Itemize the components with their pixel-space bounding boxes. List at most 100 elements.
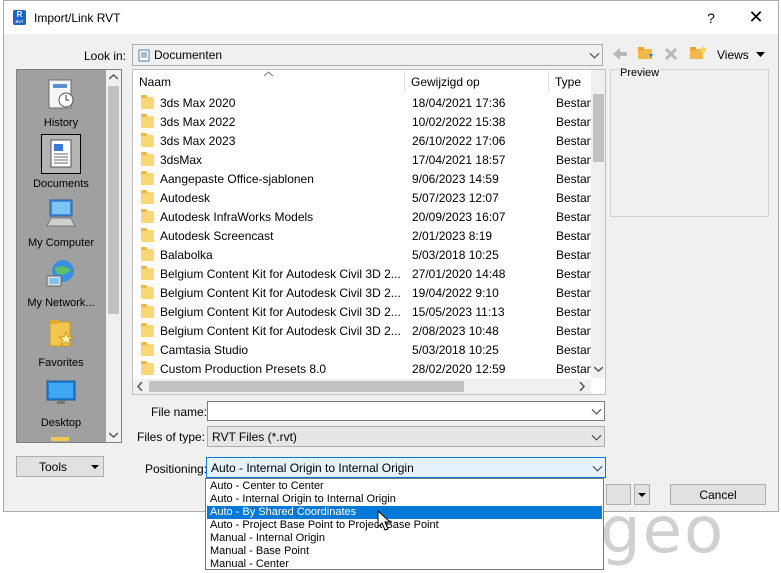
chevron-down-icon bbox=[589, 48, 600, 59]
file-name-cell: Belgium Content Kit for Autodesk Civil 3… bbox=[160, 267, 401, 281]
folder-icon bbox=[141, 304, 154, 318]
vertical-scroll-thumb[interactable] bbox=[593, 94, 604, 162]
file-row[interactable]: Aangepaste Office-sjablonen 9/06/2023 14:… bbox=[133, 170, 591, 189]
file-date-cell: 2/08/2023 10:48 bbox=[412, 324, 499, 338]
scroll-down-icon[interactable] bbox=[594, 366, 603, 372]
folder-icon bbox=[141, 361, 154, 375]
file-row[interactable]: 3ds Max 2020 18/04/2021 17:36 Bestan bbox=[133, 94, 591, 113]
file-row[interactable]: 3ds Max 2022 10/02/2022 15:38 Bestan bbox=[133, 113, 591, 132]
views-menu-button[interactable]: Views bbox=[717, 48, 749, 62]
places-scroll-thumb[interactable] bbox=[108, 86, 119, 314]
file-row[interactable]: 3ds Max 2023 26/10/2022 17:06 Bestan bbox=[133, 132, 591, 151]
file-name-cell: Autodesk bbox=[160, 191, 211, 205]
file-date-cell: 19/04/2022 9:10 bbox=[412, 286, 499, 300]
file-row[interactable]: Belgium Content Kit for Autodesk Civil 3… bbox=[133, 322, 591, 341]
folder-icon bbox=[141, 323, 154, 337]
look-in-label: Look in: bbox=[84, 49, 127, 63]
views-dropdown-icon[interactable] bbox=[756, 52, 765, 58]
file-type-cell: Bestan bbox=[556, 96, 591, 110]
file-type-cell: Bestan bbox=[556, 324, 591, 338]
network-icon[interactable] bbox=[45, 258, 77, 290]
file-date-cell: 15/05/2023 11:13 bbox=[412, 305, 505, 319]
tools-dropdown-icon bbox=[91, 465, 99, 469]
file-row[interactable]: Autodesk Screencast 2/01/2023 8:19 Bestan bbox=[133, 227, 591, 246]
column-header-type[interactable]: Type bbox=[549, 70, 591, 94]
file-row[interactable]: Balabolka 5/03/2018 10:25 Bestan bbox=[133, 246, 591, 265]
back-arrow-icon[interactable] bbox=[611, 46, 629, 62]
file-type-cell: Bestan bbox=[556, 153, 591, 167]
file-date-cell: 5/03/2018 10:25 bbox=[412, 248, 499, 262]
file-date-cell: 18/04/2021 17:36 bbox=[412, 96, 506, 110]
file-row[interactable]: Autodesk 5/07/2023 12:07 Bestan bbox=[133, 189, 591, 208]
new-folder-icon[interactable] bbox=[689, 45, 707, 62]
file-list: Naam Gewijzigd op Type 3ds Max 2020 18/04… bbox=[132, 69, 606, 395]
file-row[interactable]: Custom Production Presets 8.0 28/02/2020 … bbox=[133, 360, 591, 379]
up-folder-icon[interactable] bbox=[637, 45, 655, 62]
scroll-up-icon[interactable] bbox=[109, 74, 118, 80]
horizontal-scroll-thumb[interactable] bbox=[149, 381, 464, 392]
file-row[interactable]: Belgium Content Kit for Autodesk Civil 3… bbox=[133, 265, 591, 284]
preview-label: Preview bbox=[618, 67, 662, 79]
file-name-cell: 3dsMax bbox=[160, 153, 203, 167]
file-name-cell: Belgium Content Kit for Autodesk Civil 3… bbox=[160, 286, 401, 300]
folder-icon bbox=[141, 209, 154, 223]
dialog-title: Import/Link RVT bbox=[34, 11, 121, 25]
folder-icon bbox=[141, 342, 154, 356]
positioning-option[interactable]: Manual - Center bbox=[207, 558, 602, 571]
place-documents-selected[interactable] bbox=[41, 134, 81, 174]
positioning-option[interactable]: Auto - Internal Origin to Internal Origi… bbox=[207, 493, 602, 506]
delete-icon[interactable] bbox=[663, 46, 679, 62]
positioning-combo[interactable]: Auto - Internal Origin to Internal Origi… bbox=[206, 457, 606, 478]
positioning-dropdown-list: Auto - Center to Center Auto - Internal O… bbox=[205, 478, 604, 570]
chevron-down-icon[interactable] bbox=[591, 404, 602, 415]
file-list-vertical-scrollbar[interactable] bbox=[591, 70, 605, 378]
file-date-cell: 10/02/2022 15:38 bbox=[412, 115, 506, 129]
mouse-cursor-icon bbox=[377, 510, 392, 531]
close-button[interactable]: ✕ bbox=[746, 7, 766, 27]
file-row[interactable]: Belgium Content Kit for Autodesk Civil 3… bbox=[133, 284, 591, 303]
file-list-horizontal-scrollbar[interactable] bbox=[133, 379, 591, 394]
help-button[interactable]: ? bbox=[701, 8, 721, 28]
file-row[interactable]: Camtasia Studio 5/03/2018 10:25 Bestan bbox=[133, 341, 591, 360]
scroll-down-icon[interactable] bbox=[109, 432, 118, 438]
column-header-name-label: Naam bbox=[139, 75, 172, 89]
computer-icon[interactable] bbox=[43, 198, 79, 230]
preview-pane: Preview bbox=[610, 67, 769, 217]
file-name-label: File name: bbox=[151, 405, 208, 419]
place-label-desktop: Desktop bbox=[40, 417, 82, 429]
file-name-input[interactable] bbox=[207, 401, 605, 421]
file-type-cell: Bestan bbox=[556, 286, 591, 300]
scroll-right-icon[interactable] bbox=[579, 382, 585, 391]
folder-icon bbox=[141, 171, 154, 185]
favorites-icon[interactable] bbox=[47, 318, 77, 350]
look-in-value: Documenten bbox=[154, 48, 223, 62]
chevron-down-icon bbox=[592, 461, 603, 472]
file-row[interactable]: Belgium Content Kit for Autodesk Civil 3… bbox=[133, 303, 591, 322]
tools-button[interactable]: Tools bbox=[16, 456, 104, 477]
folder-icon bbox=[141, 152, 154, 166]
positioning-option[interactable]: Manual - Base Point bbox=[207, 545, 602, 558]
positioning-option[interactable]: Auto - Center to Center bbox=[207, 480, 602, 493]
file-name-cell: Autodesk Screencast bbox=[160, 229, 274, 243]
positioning-option[interactable]: Manual - Internal Origin bbox=[207, 532, 602, 545]
folder-icon bbox=[141, 190, 154, 204]
look-in-combo[interactable]: Documenten bbox=[132, 44, 603, 66]
file-row[interactable]: Autodesk InfraWorks Models 20/09/2023 16:… bbox=[133, 208, 591, 227]
file-name-cell: Custom Production Presets 8.0 bbox=[160, 362, 327, 376]
place-label-my-network: My Network... bbox=[27, 297, 95, 309]
place-label-favorites: Favorites bbox=[38, 357, 84, 369]
desktop-icon[interactable] bbox=[45, 378, 77, 408]
file-date-cell: 27/01/2020 14:48 bbox=[412, 267, 506, 281]
file-row[interactable]: 3dsMax 17/04/2021 18:57 Bestan bbox=[133, 151, 591, 170]
history-icon[interactable] bbox=[45, 78, 77, 110]
scroll-left-icon[interactable] bbox=[137, 382, 143, 391]
column-header-date[interactable]: Gewijzigd op bbox=[405, 70, 549, 94]
file-type-cell: Bestan bbox=[556, 229, 591, 243]
positioning-option[interactable]: Auto - Project Base Point to Project Bas… bbox=[207, 519, 602, 532]
column-header-name[interactable]: Naam bbox=[133, 70, 405, 94]
file-name-cell: 3ds Max 2022 bbox=[160, 115, 236, 129]
files-of-type-combo[interactable]: RVT Files (*.rvt) bbox=[207, 426, 605, 447]
file-name-cell: Balabolka bbox=[160, 248, 213, 262]
positioning-option[interactable]: Auto - By Shared Coordinates bbox=[207, 506, 602, 519]
places-scrollbar[interactable] bbox=[106, 70, 121, 442]
